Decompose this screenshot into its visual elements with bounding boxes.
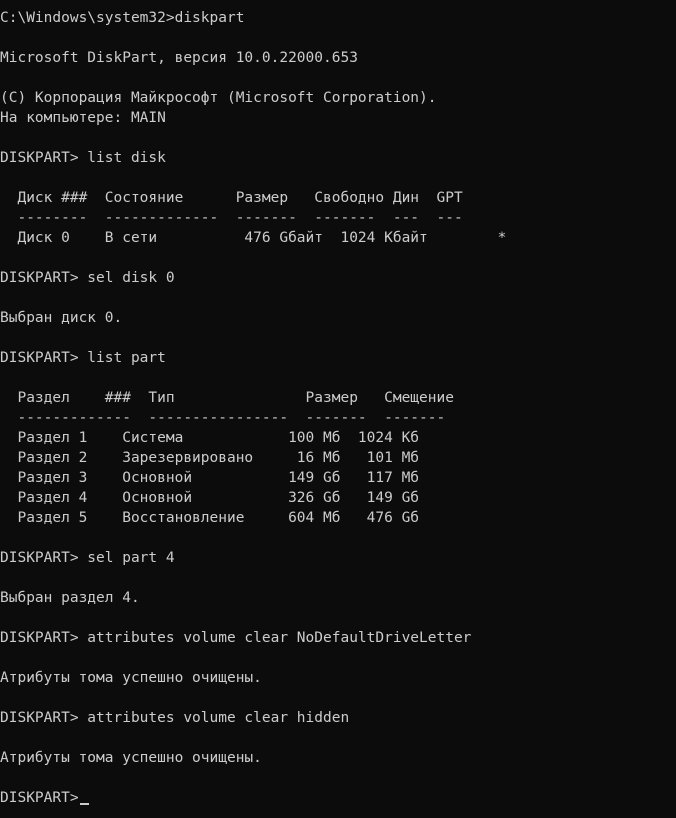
console-line: Выбран раздел 4. bbox=[0, 590, 140, 606]
console-prompt: DISKPART> bbox=[0, 790, 79, 806]
console-line: Диск ### Состояние Размер Свободно Дин G… bbox=[0, 190, 463, 206]
console-line: DISKPART> attributes volume clear NoDefa… bbox=[0, 630, 472, 646]
console-line: (C) Корпорация Майкрософт (Microsoft Cor… bbox=[0, 90, 437, 106]
console-line: DISKPART> list part bbox=[0, 350, 166, 366]
console-line: Атрибуты тома успешно очищены. bbox=[0, 750, 262, 766]
console-line: Диск 0 В сети 476 Gбайт 1024 Kбайт * bbox=[0, 230, 507, 246]
console-line: На компьютере: MAIN bbox=[0, 110, 166, 126]
console-line: DISKPART> sel disk 0 bbox=[0, 270, 175, 286]
console-line: Раздел 3 Основной 149 Gб 117 Мб bbox=[0, 470, 420, 486]
console-line: DISKPART> sel part 4 bbox=[0, 550, 175, 566]
console-line: Выбран диск 0. bbox=[0, 310, 123, 326]
console-line: DISKPART> list disk bbox=[0, 150, 166, 166]
console-line: Раздел 1 Система 100 Мб 1024 Кб bbox=[0, 430, 420, 446]
console-line: Microsoft DiskPart, версия 10.0.22000.65… bbox=[0, 50, 358, 66]
console-line: Раздел 4 Основной 326 Gб 149 Gб bbox=[0, 490, 420, 506]
console-line: Раздел 2 Зарезервировано 16 Мб 101 Мб bbox=[0, 450, 420, 466]
console-line: C:\Windows\system32>diskpart bbox=[0, 10, 245, 26]
console-line: DISKPART> attributes volume clear hidden bbox=[0, 710, 350, 726]
console-output[interactable]: C:\Windows\system32>diskpart Microsoft D… bbox=[0, 0, 676, 818]
console-prompt-line[interactable]: DISKPART> bbox=[0, 788, 676, 808]
text-cursor bbox=[79, 803, 89, 805]
console-line: Атрибуты тома успешно очищены. bbox=[0, 670, 262, 686]
console-line: ------------- ---------------- ------- -… bbox=[0, 410, 446, 426]
console-line: -------- ------------- ------- ------- -… bbox=[0, 210, 463, 226]
console-line: Раздел 5 Восстановление 604 Мб 476 Gб bbox=[0, 510, 420, 526]
console-line: Раздел ### Тип Размер Смещение bbox=[0, 390, 454, 406]
